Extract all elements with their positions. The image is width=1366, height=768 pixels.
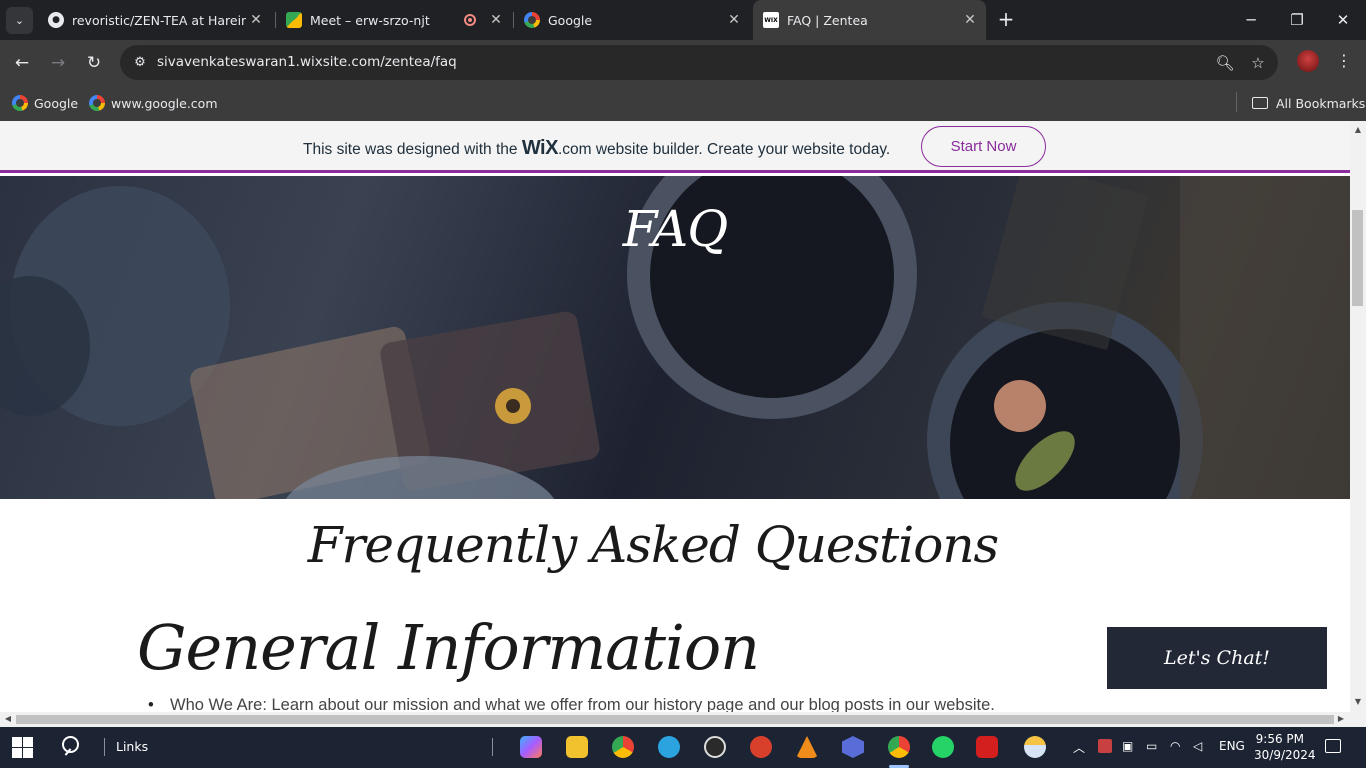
list-item: Who We Are: Learn about our mission and … [148,696,995,712]
close-tab-icon[interactable]: ✕ [960,12,980,28]
wix-promo-banner: This site was designed with the WiX.com … [0,121,1350,173]
back-button[interactable]: ← [10,51,34,75]
zoom-icon[interactable]: 🔍︎ [1214,52,1236,74]
url-text[interactable]: sivavenkateswaran1.wixsite.com/zentea/fa… [157,54,457,70]
acrobat-icon[interactable] [976,736,998,758]
close-window-button[interactable]: ✕ [1320,0,1366,40]
new-tab-button[interactable]: + [994,8,1018,32]
hero-image: FAQ [0,176,1350,499]
github-icon: ● [48,12,64,28]
start-now-button[interactable]: Start Now [921,126,1046,167]
search-icon[interactable] [60,735,84,759]
obs-icon[interactable] [704,736,726,758]
bookmark-star-icon[interactable]: ☆ [1247,52,1269,74]
address-bar[interactable]: ⚙ sivavenkateswaran1.wixsite.com/zentea/… [120,45,1278,80]
lets-chat-button[interactable]: Let's Chat! [1107,627,1327,689]
battery-icon[interactable]: ▭ [1146,739,1157,753]
weather-icon[interactable] [1024,736,1046,758]
vertical-scroll-thumb[interactable] [1352,210,1363,306]
whatsapp-icon[interactable] [932,736,954,758]
windows-taskbar: Links ︿ ▣ ▭ ◠ ◁ ENG 9:56 PM 30/9/2024 [0,727,1366,768]
language-indicator[interactable]: ENG [1219,739,1245,753]
minimize-button[interactable]: ─ [1228,0,1274,40]
section-title: General Information [137,611,760,684]
menu-icon[interactable]: ⋮ [1334,51,1354,70]
tab-github[interactable]: ● revoristic/ZEN-TEA at Harein ✕ [38,0,272,40]
camera-icon[interactable]: ▣ [1122,739,1133,753]
recording-icon [464,14,476,26]
google-icon [89,95,105,111]
app-icon[interactable] [842,736,864,758]
file-explorer-icon[interactable] [566,736,588,758]
volume-icon[interactable]: ◁ [1193,739,1202,753]
show-hidden-icons[interactable]: ︿ [1073,739,1085,756]
browser-toolbar: ← → ↻ ⚙ sivavenkateswaran1.wixsite.com/z… [0,40,1366,86]
tab-meet[interactable]: Meet – erw-srzo-njt ✕ [276,0,512,40]
bookmark-google[interactable]: Google [12,93,78,113]
tab-google[interactable]: Google ✕ [514,0,750,40]
google-icon [12,95,28,111]
faq-heading: Frequently Asked Questions [307,516,999,574]
recorder-icon[interactable] [750,736,772,758]
google-meet-icon [286,12,302,28]
wix-logo: WiX [521,137,559,159]
scroll-down-icon[interactable]: ▼ [1353,697,1363,706]
windows-start-icon[interactable] [12,737,33,758]
scroll-left-icon[interactable]: ◀ [3,714,13,723]
page-viewport: This site was designed with the WiX.com … [0,121,1350,712]
clock[interactable]: 9:56 PM 30/9/2024 [1254,731,1316,763]
reload-button[interactable]: ↻ [82,51,106,75]
site-info-icon[interactable]: ⚙ [128,51,152,75]
wifi-icon[interactable]: ◠ [1170,739,1180,753]
tab-strip: ⌄ ● revoristic/ZEN-TEA at Harein ✕ Meet … [0,0,1366,40]
scroll-right-icon[interactable]: ▶ [1336,714,1346,723]
notification-icon[interactable] [1325,739,1341,753]
vlc-icon[interactable] [796,736,818,758]
telegram-icon[interactable] [658,736,680,758]
bookmarks-bar: Google www.google.com All Bookmarks [0,86,1366,121]
copilot-icon[interactable] [520,736,542,758]
hero-title: FAQ [622,200,728,258]
close-tab-icon[interactable]: ✕ [246,12,266,28]
all-bookmarks-button[interactable]: All Bookmarks [1252,93,1365,113]
restore-button[interactable]: ❐ [1274,0,1320,40]
links-toolbar[interactable]: Links [116,739,148,754]
chrome-icon[interactable] [612,736,634,758]
forward-button[interactable]: → [46,51,70,75]
vertical-scrollbar[interactable]: ▲ ▼ [1350,121,1366,712]
chrome-profile-icon[interactable] [888,736,910,768]
wix-icon: WIX [763,12,779,28]
bookmark-google-com[interactable]: www.google.com [89,93,218,113]
close-tab-icon[interactable]: ✕ [486,12,506,28]
profile-avatar[interactable] [1297,50,1319,72]
tab-search-button[interactable]: ⌄ [6,7,33,34]
close-tab-icon[interactable]: ✕ [724,12,744,28]
google-icon [524,12,540,28]
tab-faq-zentea[interactable]: WIX FAQ | Zentea ✕ [753,0,986,40]
horizontal-scrollbar[interactable]: ◀ ▶ [0,712,1350,727]
horizontal-scroll-thumb[interactable] [16,715,1334,724]
tray-app-icon[interactable] [1098,739,1112,753]
scroll-up-icon[interactable]: ▲ [1353,125,1363,134]
folder-icon [1252,97,1268,109]
